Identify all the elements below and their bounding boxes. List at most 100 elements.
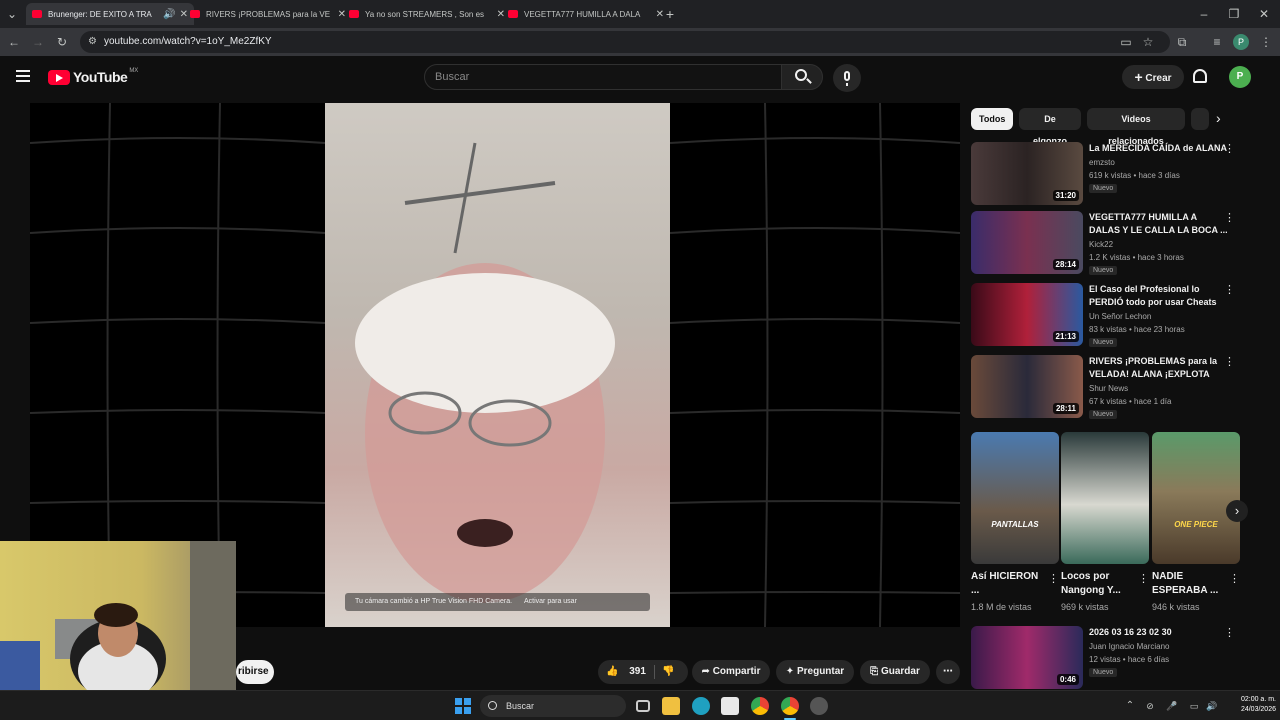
thumbs-down-icon[interactable]: 👎 bbox=[662, 660, 674, 684]
channel-name[interactable]: Juan Ignacio Marciano bbox=[1089, 642, 1170, 651]
voice-search-button[interactable] bbox=[833, 64, 861, 92]
store-icon[interactable] bbox=[721, 697, 739, 715]
more-actions-button[interactable]: ⋯ bbox=[936, 660, 960, 684]
list-item[interactable]: 21:13 El Caso del Profesional lo PERDIÓ … bbox=[971, 283, 1241, 349]
chrome-icon[interactable] bbox=[751, 697, 769, 715]
video-title[interactable]: VEGETTA777 HUMILLA A DALAS Y LE CALLA LA… bbox=[1089, 211, 1229, 237]
browser-tab-bar: ⌄ Brunenger: DE EXITO A TRA 🔊 ✕ RIVERS ¡… bbox=[0, 0, 1280, 28]
more-vert-icon[interactable]: ⋮ bbox=[1138, 572, 1149, 585]
chip-de-elgonzo[interactable]: De elgonzo bbox=[1019, 108, 1081, 146]
maximize-icon[interactable]: ❐ bbox=[1226, 6, 1242, 22]
reload-icon[interactable]: ↻ bbox=[54, 34, 70, 50]
chips-next-chevron-icon[interactable]: › bbox=[1216, 110, 1221, 126]
more-vert-icon[interactable]: ⋮ bbox=[1224, 626, 1235, 639]
hamburger-menu-icon[interactable] bbox=[16, 70, 30, 82]
short-thumbnail[interactable] bbox=[1061, 432, 1149, 564]
search-button[interactable] bbox=[781, 64, 823, 90]
video-thumbnail[interactable]: 31:20 bbox=[971, 142, 1083, 205]
speaker-icon[interactable]: 🔊 bbox=[163, 9, 175, 20]
duration-badge: 21:13 bbox=[1052, 331, 1079, 342]
list-item[interactable]: 0:46 2026 03 16 23 02 30 Juan Ignacio Ma… bbox=[971, 626, 1241, 692]
tab-1[interactable]: RIVERS ¡PROBLEMAS para la VE ✕ bbox=[184, 3, 352, 25]
new-badge: Nuevo bbox=[1089, 668, 1118, 677]
subscribe-button[interactable]: ribirse bbox=[236, 660, 274, 684]
notifications-bell-icon[interactable] bbox=[1193, 69, 1207, 83]
bookmark-star-icon[interactable]: ☆ bbox=[1140, 34, 1156, 50]
list-item[interactable]: 31:20 La MERECIDA CAÍDA de ALANA emzsto … bbox=[971, 142, 1241, 208]
system-clock[interactable]: 02:00 a. m. 24/03/2026 bbox=[1224, 695, 1276, 715]
video-title[interactable]: La MERECIDA CAÍDA de ALANA bbox=[1089, 142, 1229, 155]
video-thumbnail[interactable]: 0:46 bbox=[971, 626, 1083, 689]
search-input[interactable]: Buscar bbox=[424, 64, 782, 90]
site-info-icon[interactable]: ⚙ bbox=[88, 31, 97, 53]
video-title[interactable]: RIVERS ¡PROBLEMAS para la VELADA! ALANA … bbox=[1089, 355, 1229, 381]
more-vert-icon[interactable]: ⋮ bbox=[1048, 572, 1059, 585]
short-title[interactable]: Así HICIERON ... bbox=[971, 570, 1045, 598]
windows-start-icon[interactable] bbox=[455, 698, 471, 714]
network-icon[interactable]: ⊘ bbox=[1142, 698, 1158, 714]
channel-name[interactable]: emzsto bbox=[1089, 158, 1115, 167]
display-icon[interactable]: ▭ bbox=[1186, 698, 1202, 714]
address-bar-input[interactable]: ⚙ youtube.com/watch?v=1oY_Me2ZfKY bbox=[80, 31, 1170, 53]
tab-0[interactable]: Brunenger: DE EXITO A TRA 🔊 ✕ bbox=[26, 3, 194, 25]
tab-2[interactable]: Ya no son STREAMERS , Son es ✕ bbox=[343, 3, 511, 25]
cast-icon[interactable]: ▭ bbox=[1118, 34, 1134, 50]
chip-partial[interactable] bbox=[1191, 108, 1209, 130]
chip-videos-relacionados[interactable]: Videos relacionados bbox=[1087, 108, 1185, 146]
video-title[interactable]: El Caso del Profesional lo PERDIÓ todo p… bbox=[1089, 283, 1229, 309]
like-button[interactable]: 👍 391 bbox=[606, 660, 646, 684]
video-thumbnail[interactable]: 28:14 bbox=[971, 211, 1083, 274]
file-explorer-icon[interactable] bbox=[662, 697, 680, 715]
tab-3[interactable]: VEGETTA777 HUMILLA A DALA ✕ bbox=[502, 3, 670, 25]
chrome-active-icon[interactable] bbox=[781, 697, 799, 715]
camera-toast-action[interactable]: Activar para usar bbox=[524, 598, 577, 605]
volume-icon[interactable]: 🔊 bbox=[1204, 698, 1220, 714]
app-icon[interactable] bbox=[810, 697, 828, 715]
close-window-icon[interactable]: ✕ bbox=[1256, 6, 1272, 22]
channel-name[interactable]: Un Señor Lechon bbox=[1089, 312, 1151, 321]
chip-todos[interactable]: Todos bbox=[971, 108, 1013, 130]
reading-list-icon[interactable]: ≡ bbox=[1209, 34, 1225, 50]
more-vert-icon[interactable]: ⋮ bbox=[1224, 283, 1235, 296]
taskbar-search-input[interactable]: Buscar bbox=[480, 695, 626, 717]
forward-icon[interactable]: → bbox=[30, 34, 46, 50]
extensions-icon[interactable]: ⧉ bbox=[1174, 34, 1190, 50]
more-vert-icon[interactable]: ⋮ bbox=[1224, 211, 1235, 224]
subscribe-label: ribirse bbox=[238, 666, 269, 677]
more-vert-icon[interactable]: ⋮ bbox=[1224, 355, 1235, 368]
minimize-icon[interactable]: – bbox=[1196, 6, 1212, 22]
create-button[interactable]: + Crear bbox=[1122, 65, 1184, 89]
avatar[interactable]: P bbox=[1229, 66, 1251, 88]
channel-name[interactable]: Shur News bbox=[1089, 384, 1128, 393]
thumbs-up-icon: 👍 bbox=[606, 666, 619, 677]
video-meta: 619 k vistas • hace 3 días bbox=[1089, 171, 1180, 180]
menu-kebab-icon[interactable]: ⋮ bbox=[1258, 34, 1274, 50]
video-thumbnail[interactable]: 21:13 bbox=[971, 283, 1083, 346]
youtube-logo[interactable]: YouTube MX bbox=[48, 68, 138, 86]
video-thumbnail[interactable]: 28:11 bbox=[971, 355, 1083, 418]
task-view-icon[interactable] bbox=[636, 700, 650, 712]
share-button[interactable]: ➦ Compartir bbox=[692, 660, 770, 684]
microphone-icon[interactable]: 🎤 bbox=[1164, 698, 1180, 714]
video-meta: 12 vistas • hace 6 días bbox=[1089, 655, 1170, 664]
list-item[interactable]: 28:14 VEGETTA777 HUMILLA A DALAS Y LE CA… bbox=[971, 211, 1241, 277]
more-vert-icon[interactable]: ⋮ bbox=[1224, 142, 1235, 155]
short-views: 946 k vistas bbox=[1152, 602, 1200, 612]
edge-icon[interactable] bbox=[692, 697, 710, 715]
short-thumbnail[interactable]: PANTALLAS bbox=[971, 432, 1059, 564]
tab-search-icon[interactable]: ⌄ bbox=[4, 6, 20, 22]
list-item[interactable]: 28:11 RIVERS ¡PROBLEMAS para la VELADA! … bbox=[971, 355, 1241, 421]
tray-chevron-icon[interactable]: ⌃ bbox=[1122, 698, 1138, 714]
short-title[interactable]: NADIE ESPERABA ... bbox=[1152, 570, 1226, 598]
new-tab-icon[interactable]: + bbox=[662, 6, 678, 22]
shorts-next-button[interactable]: › bbox=[1226, 500, 1248, 522]
channel-name[interactable]: Kick22 bbox=[1089, 240, 1113, 249]
back-icon[interactable]: ← bbox=[6, 34, 22, 50]
save-button[interactable]: ⎘ Guardar bbox=[860, 660, 930, 684]
more-vert-icon[interactable]: ⋮ bbox=[1229, 572, 1240, 585]
short-title[interactable]: Locos por Nangong Y... bbox=[1061, 570, 1135, 598]
video-title[interactable]: 2026 03 16 23 02 30 bbox=[1089, 626, 1229, 639]
short-thumbnail[interactable]: ONE PIECE bbox=[1152, 432, 1240, 564]
profile-icon[interactable]: P bbox=[1233, 34, 1249, 50]
ask-button[interactable]: ✦ Preguntar bbox=[776, 660, 854, 684]
